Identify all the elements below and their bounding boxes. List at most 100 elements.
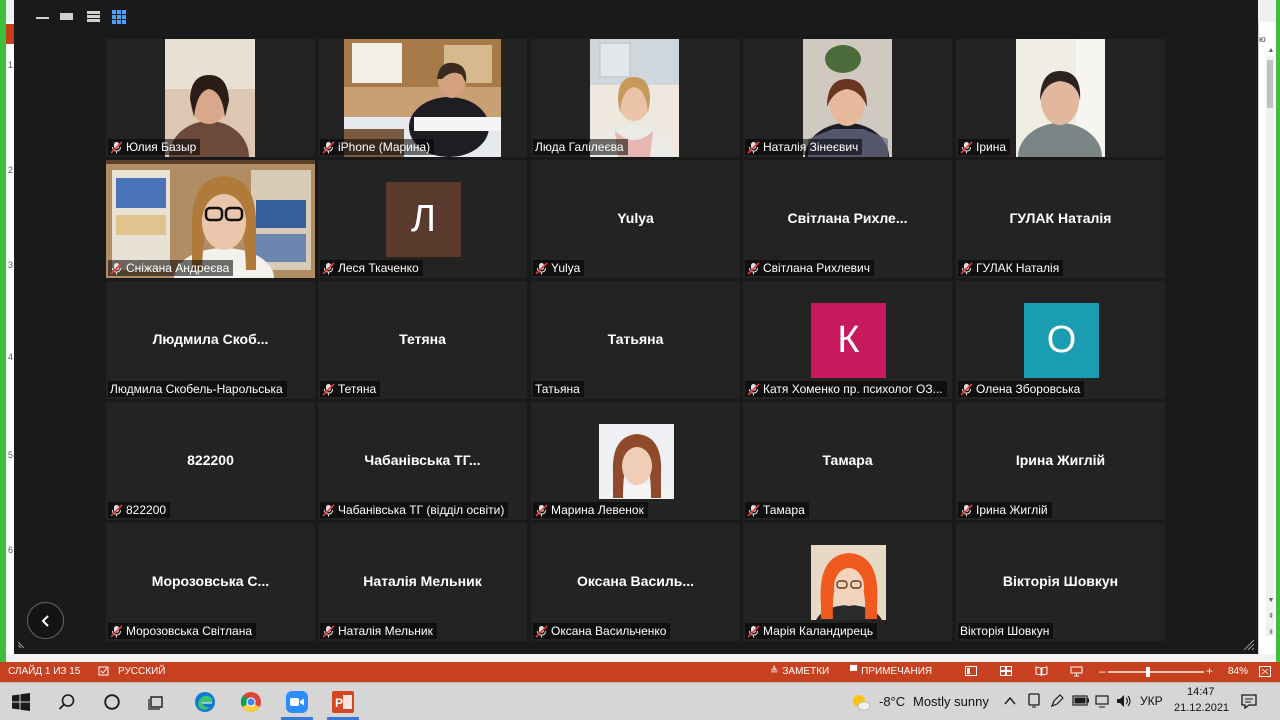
zoom-app-icon[interactable]: [286, 691, 308, 713]
hide-video-strip-icon[interactable]: [60, 13, 73, 20]
participant-tile[interactable]: Юлия Базыр: [106, 39, 315, 157]
chevron-up-icon[interactable]: [1004, 696, 1016, 706]
participant-tile[interactable]: ГУЛАК Наталія ГУЛАК Наталія: [956, 160, 1165, 278]
ppt-scroll-down-icon[interactable]: ▼: [1266, 596, 1276, 606]
resize-handle-left-icon[interactable]: [18, 638, 28, 648]
zoom-level[interactable]: 84%: [1228, 666, 1248, 677]
clock-date[interactable]: 21.12.2021: [1174, 702, 1229, 714]
participant-name: ГУЛАК Наталія: [976, 261, 1060, 275]
participant-tile[interactable]: Люда Галілеєва: [531, 39, 740, 157]
participant-display-name: Світлана Рихле...: [787, 210, 908, 226]
mic-muted-icon: [747, 503, 760, 517]
speaker-volume-icon[interactable]: [1116, 694, 1132, 708]
normal-view-button[interactable]: [965, 666, 977, 676]
weather-text[interactable]: Mostly sunny: [913, 694, 989, 709]
mic-muted-icon: [322, 261, 335, 275]
screen: 1 2 3 4 5 6 ю ▲ ▼ ⇞ ⇟ Юлия Базыр iPhone (Марин…: [0, 0, 1280, 720]
fit-slide-button[interactable]: [1259, 666, 1271, 677]
minimize-video-icon[interactable]: [36, 17, 49, 19]
ppt-scroll-thumb[interactable]: [1267, 60, 1273, 108]
participant-tile[interactable]: Ірина Жиглій Ірина Жиглій: [956, 402, 1165, 520]
zoom-in-button[interactable]: +: [1206, 664, 1213, 678]
ppt-next-slide-icon[interactable]: ⇟: [1266, 628, 1276, 638]
ppt-slide-number[interactable]: 4: [8, 352, 13, 362]
reading-view-button[interactable]: [1035, 666, 1048, 676]
notification-center-icon[interactable]: [1241, 693, 1257, 709]
participant-tile[interactable]: Л Леся Ткаченко: [318, 160, 527, 278]
participant-tile[interactable]: Наталія Мельник Наталія Мельник: [318, 523, 527, 641]
participant-tile[interactable]: Людмила Скоб... Людмила Скобель-Нарольськ…: [106, 281, 315, 399]
speaker-view-icon[interactable]: [87, 11, 100, 22]
comments-button[interactable]: ▀ ПРИМЕЧАНИЯ: [850, 666, 932, 677]
participant-tile[interactable]: Сніжана Андреєва: [106, 160, 315, 278]
mic-muted-icon: [960, 382, 973, 396]
powerpoint-icon[interactable]: P: [332, 691, 354, 713]
zoom-out-button[interactable]: –: [1099, 664, 1106, 678]
participant-avatar: О: [1024, 303, 1099, 378]
slideshow-button[interactable]: [1070, 666, 1083, 677]
notes-button[interactable]: ≜ ЗАМЕТКИ: [770, 666, 829, 677]
zoom-slider-knob[interactable]: [1146, 667, 1150, 677]
battery-icon[interactable]: [1072, 695, 1090, 707]
ppt-scroll-up-icon[interactable]: ▲: [1266, 46, 1276, 56]
slide-sorter-button[interactable]: [1000, 666, 1012, 676]
zoom-slider[interactable]: [1108, 671, 1204, 673]
participant-tile[interactable]: Світлана Рихле... Світлана Рихлевич: [743, 160, 952, 278]
ppt-slide-number[interactable]: 2: [8, 165, 13, 175]
previous-page-button[interactable]: [27, 602, 64, 639]
participant-name: Татьяна: [535, 382, 580, 396]
participant-tile[interactable]: Оксана Василь... Оксана Васильченко: [531, 523, 740, 641]
participant-tile[interactable]: iPhone (Марина): [318, 39, 527, 157]
ppt-slide-number[interactable]: 1: [8, 60, 13, 70]
slide-counter[interactable]: СЛАЙД 1 ИЗ 15: [8, 666, 80, 677]
participant-tile[interactable]: К Катя Хоменко пр. психолог ОЗ...: [743, 281, 952, 399]
participant-tile[interactable]: Yulya Yulya: [531, 160, 740, 278]
weather-temp[interactable]: -8°C: [879, 694, 905, 709]
participant-name-label: Тетяна: [320, 381, 381, 397]
mic-muted-icon: [535, 503, 548, 517]
edge-icon[interactable]: [194, 691, 216, 713]
clock-time[interactable]: 14:47: [1187, 686, 1215, 698]
pen-icon[interactable]: [1050, 694, 1064, 708]
participant-tile[interactable]: Тетяна Тетяна: [318, 281, 527, 399]
participant-tile[interactable]: О Олена Зборовська: [956, 281, 1165, 399]
participant-tile[interactable]: Чабанівська ТГ... Чабанівська ТГ (відділ …: [318, 402, 527, 520]
participant-name-label: Марія Каландирець: [745, 623, 878, 639]
participant-name: Оксана Васильченко: [551, 624, 667, 638]
mic-muted-icon: [110, 261, 123, 275]
participant-tile[interactable]: Наталія Зінеєвич: [743, 39, 952, 157]
participant-tile[interactable]: Вікторія Шовкун Вікторія Шовкун: [956, 523, 1165, 641]
input-language[interactable]: УКР: [1140, 694, 1163, 708]
participant-name-label: Морозовська Світлана: [108, 623, 256, 639]
participant-tile[interactable]: Марина Левенок: [531, 402, 740, 520]
task-view-icon[interactable]: [148, 693, 166, 711]
participant-name: Чабанівська ТГ (відділ освіти): [338, 503, 505, 517]
participant-name: Люда Галілеєва: [535, 140, 624, 154]
gallery-view-icon[interactable]: [112, 10, 126, 24]
chrome-icon[interactable]: [240, 691, 262, 713]
network-icon[interactable]: [1095, 694, 1111, 708]
meet-now-icon[interactable]: [1027, 693, 1041, 709]
search-icon[interactable]: [58, 693, 76, 711]
resize-handle-right-icon[interactable]: [1242, 638, 1254, 650]
participant-tile[interactable]: 822200 822200: [106, 402, 315, 520]
participant-name: Тетяна: [338, 382, 377, 396]
participant-tile[interactable]: Татьяна Татьяна: [531, 281, 740, 399]
participant-name: Ірина Жиглій: [976, 503, 1048, 517]
participant-name-label: Чабанівська ТГ (відділ освіти): [320, 502, 509, 518]
windows-start-icon[interactable]: [12, 693, 30, 711]
spelling-status[interactable]: РУССКИЙ: [98, 666, 165, 677]
cortana-icon[interactable]: [103, 693, 121, 711]
participant-tile[interactable]: Ірина: [956, 39, 1165, 157]
participant-tile[interactable]: Морозовська С... Морозовська Світлана: [106, 523, 315, 641]
participant-tile[interactable]: Марія Каландирець: [743, 523, 952, 641]
participant-display-name: Вікторія Шовкун: [1002, 573, 1119, 589]
weather-sunny-icon[interactable]: [851, 693, 871, 711]
ppt-prev-slide-icon[interactable]: ⇞: [1266, 612, 1276, 622]
participant-tile[interactable]: Тамара Тамара: [743, 402, 952, 520]
fit-to-window-icon: [1259, 666, 1271, 677]
ppt-slide-number[interactable]: 3: [8, 260, 13, 270]
ppt-scrollbar[interactable]: [1266, 56, 1274, 636]
ppt-slide-number[interactable]: 5: [8, 450, 13, 460]
ppt-slide-number[interactable]: 6: [8, 545, 13, 555]
